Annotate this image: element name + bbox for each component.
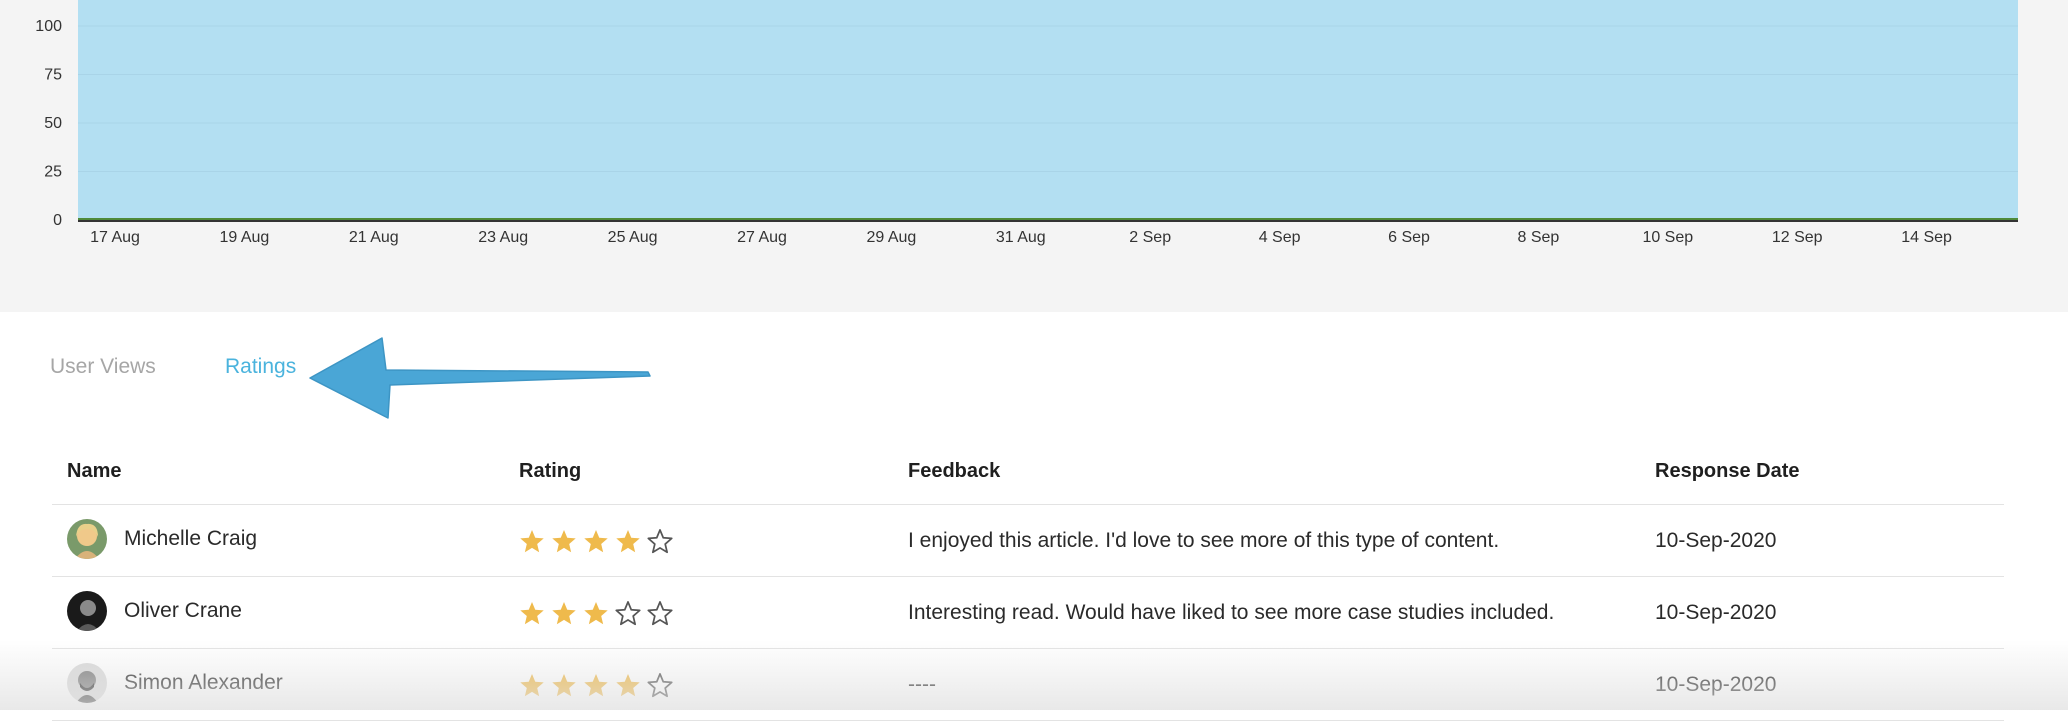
x-tick-label: 10 Sep: [1642, 229, 1693, 246]
x-tick-label: 12 Sep: [1772, 229, 1823, 246]
header-rating[interactable]: Rating: [519, 460, 581, 483]
star-filled-icon: [584, 601, 608, 625]
response-date: 10-Sep-2020: [1655, 601, 1777, 624]
star-empty-icon: [615, 601, 641, 626]
star-rating: [519, 528, 673, 554]
x-tick-label: 14 Sep: [1901, 229, 1952, 246]
x-tick-label: 27 Aug: [737, 229, 787, 246]
x-tick-label: 6 Sep: [1388, 229, 1430, 246]
avatar: [67, 663, 107, 703]
star-empty-icon: [647, 601, 673, 626]
y-tick-label: 25: [44, 164, 62, 181]
y-tick-label: 0: [53, 212, 62, 229]
table-row[interactable]: Simon Alexander ---- 10-Sep-2020: [52, 649, 2004, 721]
user-name: Simon Alexander: [124, 671, 283, 694]
chart-panel: 0 25 50 75 100 17 Aug 19 Aug 21 Aug 23 Aug 25 Aug…: [0, 0, 2068, 312]
area-series-fill: [78, 0, 2018, 220]
star-filled-icon: [584, 529, 608, 553]
response-date: 10-Sep-2020: [1655, 529, 1777, 552]
star-empty-icon: [647, 673, 673, 698]
x-tick-label: 4 Sep: [1259, 229, 1301, 246]
y-tick-label: 100: [35, 18, 62, 35]
star-filled-icon: [520, 529, 544, 553]
user-name: Michelle Craig: [124, 527, 258, 550]
star-rating: [519, 600, 673, 626]
star-empty-icon: [647, 529, 673, 554]
annotation-arrow: [309, 337, 651, 419]
table-header: Name Rating Feedback Response Date: [52, 446, 2004, 505]
star-filled-icon: [552, 601, 576, 625]
x-tick-label: 2 Sep: [1129, 229, 1171, 246]
avatar: [67, 591, 107, 631]
star-filled-icon: [552, 529, 576, 553]
y-tick-label: 75: [44, 67, 62, 84]
avatar: [67, 519, 107, 559]
star-filled-icon: [520, 601, 544, 625]
area-chart: 0 25 50 75 100 17 Aug 19 Aug 21 Aug 23 Aug 25 Aug…: [35, 0, 2018, 246]
ratings-table: Name Rating Feedback Response Date Miche…: [52, 446, 2004, 721]
tab-ratings[interactable]: Ratings: [225, 355, 296, 379]
feedback-text: ----: [908, 673, 936, 696]
y-tick-label: 50: [44, 115, 62, 132]
x-tick-label: 25 Aug: [608, 229, 658, 246]
x-tick-label: 23 Aug: [478, 229, 528, 246]
x-tick-label: 31 Aug: [996, 229, 1046, 246]
tab-user-views[interactable]: User Views: [50, 355, 156, 379]
header-name[interactable]: Name: [67, 460, 121, 483]
table-row[interactable]: Oliver Crane Interesting read. Would hav…: [52, 577, 2004, 649]
header-response-date[interactable]: Response Date: [1655, 460, 1800, 483]
feedback-text: Interesting read. Would have liked to se…: [908, 601, 1555, 624]
x-tick-label: 17 Aug: [90, 229, 140, 246]
x-tick-label: 29 Aug: [866, 229, 916, 246]
star-filled-icon: [520, 673, 544, 697]
star-filled-icon: [616, 529, 640, 553]
table-row[interactable]: Michelle Craig I enjoyed this article. I…: [52, 505, 2004, 577]
x-tick-label: 19 Aug: [219, 229, 269, 246]
star-filled-icon: [552, 673, 576, 697]
x-tick-label: 21 Aug: [349, 229, 399, 246]
response-date: 10-Sep-2020: [1655, 673, 1777, 696]
x-tick-label: 8 Sep: [1517, 229, 1559, 246]
user-name: Oliver Crane: [124, 599, 242, 622]
header-feedback[interactable]: Feedback: [908, 460, 1000, 483]
star-rating: [519, 672, 673, 698]
star-filled-icon: [584, 673, 608, 697]
feedback-text: I enjoyed this article. I'd love to see …: [908, 529, 1500, 552]
star-filled-icon: [616, 673, 640, 697]
